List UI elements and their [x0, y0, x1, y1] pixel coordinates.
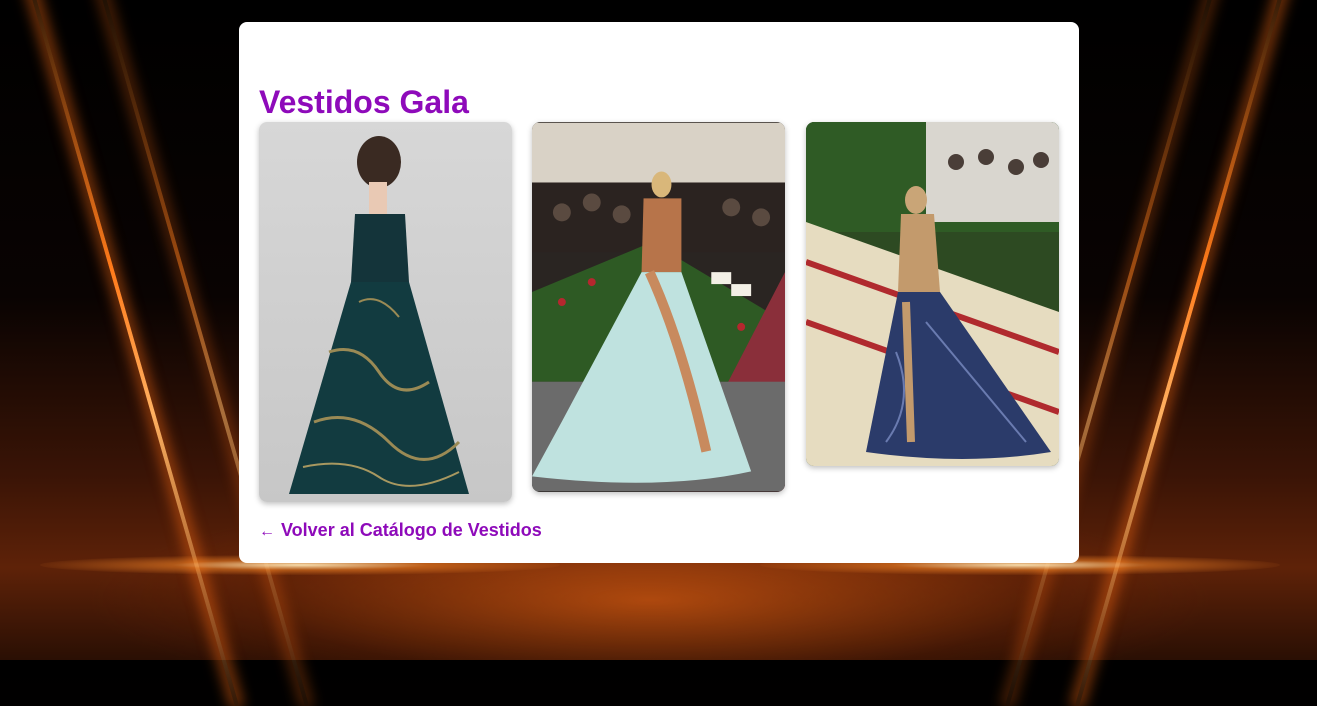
back-link-label: Volver al Catálogo de Vestidos	[281, 520, 542, 540]
gown-photo-1-image	[289, 136, 469, 494]
back-to-catalog-link[interactable]: ← Volver al Catálogo de Vestidos	[259, 520, 542, 541]
gown-photo-2-image	[532, 122, 785, 492]
content-card: Vestidos Gala ← Volver al Catálogo de Ve…	[239, 22, 1079, 563]
gown-photo-1[interactable]	[259, 122, 512, 502]
gown-photo-3-image	[806, 122, 1059, 466]
gown-photo-2[interactable]	[532, 122, 785, 492]
back-arrow-icon: ←	[259, 523, 275, 540]
gown-photo-3[interactable]	[806, 122, 1059, 466]
page-title: Vestidos Gala	[259, 84, 469, 120]
dress-gallery	[259, 122, 1059, 502]
